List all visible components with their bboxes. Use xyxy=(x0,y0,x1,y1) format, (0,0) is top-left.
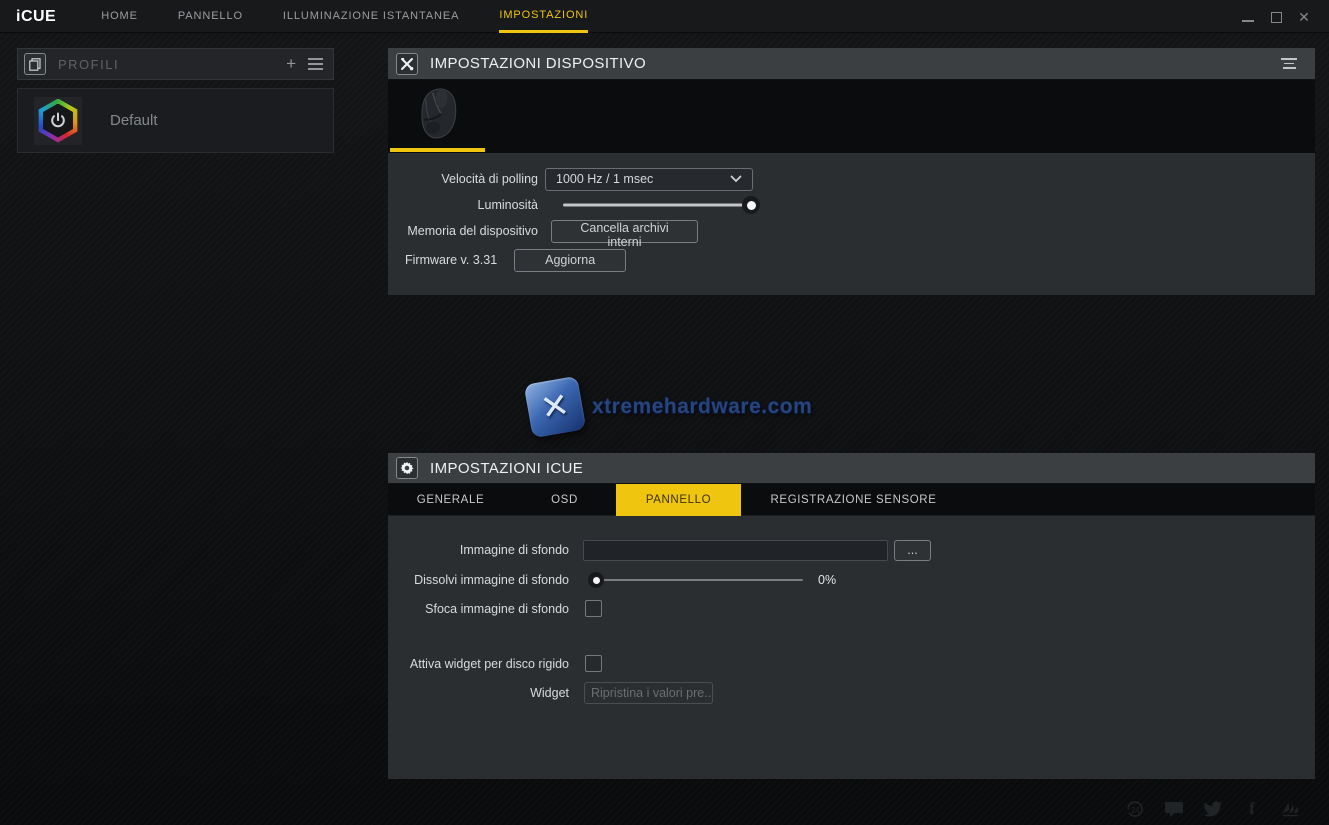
minimize-icon[interactable] xyxy=(1241,10,1255,24)
slider-track[interactable] xyxy=(595,579,803,581)
tools-icon xyxy=(396,53,418,75)
device-settings-body: Velocità di polling 1000 Hz / 1 msec Lum… xyxy=(388,154,1315,295)
brightness-row: Luminosità xyxy=(388,192,1315,218)
device-settings-title: IMPOSTAZIONI DISPOSITIVO xyxy=(430,55,646,72)
power-icon xyxy=(48,111,68,131)
profile-name: Default xyxy=(110,112,158,129)
close-icon[interactable]: ✕ xyxy=(1297,10,1311,24)
fade-row: Dissolvi immagine di sfondo 0% xyxy=(388,565,1315,595)
svg-text:24: 24 xyxy=(1131,806,1140,815)
device-memory-label: Memoria del dispositivo xyxy=(388,224,538,238)
bg-image-row: Immagine di sfondo ... xyxy=(388,535,1315,565)
icue-settings-title: IMPOSTAZIONI ICUE xyxy=(430,460,583,477)
footer-social: 24 f xyxy=(1125,799,1301,819)
brightness-label: Luminosità xyxy=(388,198,538,212)
watermark-logo-icon: ✕ xyxy=(524,376,587,439)
tab-sensor-logging[interactable]: REGISTRAZIONE SENSORE xyxy=(741,484,966,516)
icue-settings-header: IMPOSTAZIONI ICUE xyxy=(388,453,1315,484)
nav-dashboard[interactable]: PANNELLO xyxy=(178,0,243,33)
widget-label: Widget xyxy=(388,686,569,700)
firmware-row: Firmware v. 3.31 Aggiorna xyxy=(388,247,1315,273)
forum-icon[interactable] xyxy=(1164,799,1184,819)
profiles-header: PROFILI + xyxy=(17,48,334,80)
hdd-widget-row: Attiva widget per disco rigido xyxy=(388,650,1315,677)
watermark: ✕ xtremehardware.com xyxy=(528,380,812,434)
polling-rate-value: 1000 Hz / 1 msec xyxy=(556,172,653,186)
slider-track[interactable] xyxy=(563,204,751,207)
nav-home[interactable]: HOME xyxy=(101,0,138,33)
bg-image-input[interactable] xyxy=(583,540,888,561)
nav-instant-lighting[interactable]: ILLUMINAZIONE ISTANTANEA xyxy=(283,0,459,33)
hdd-widget-checkbox[interactable] xyxy=(585,655,602,672)
device-panel-menu-icon[interactable] xyxy=(1281,58,1297,69)
tab-osd[interactable]: OSD xyxy=(513,484,616,516)
slider-handle[interactable] xyxy=(742,196,760,214)
top-nav: HOME PANNELLO ILLUMINAZIONE ISTANTANEA I… xyxy=(101,0,588,32)
nav-settings[interactable]: IMPOSTAZIONI xyxy=(499,0,588,33)
blur-checkbox[interactable] xyxy=(585,600,602,617)
profiles-icon xyxy=(24,53,46,75)
firmware-version-label: Firmware v. 3.31 xyxy=(388,253,497,267)
top-bar: iCUE HOME PANNELLO ILLUMINAZIONE ISTANTA… xyxy=(0,0,1329,33)
brightness-slider[interactable] xyxy=(563,195,751,215)
tab-dashboard[interactable]: PANNELLO xyxy=(616,484,741,516)
polling-rate-label: Velocità di polling xyxy=(388,172,538,186)
icue-settings-panel: IMPOSTAZIONI ICUE GENERALE OSD PANNELLO … xyxy=(388,453,1315,779)
fade-slider[interactable] xyxy=(588,571,803,589)
browse-button[interactable]: ... xyxy=(894,540,931,561)
tab-general[interactable]: GENERALE xyxy=(388,484,513,516)
active-tab-underline xyxy=(390,148,485,152)
device-tabstrip xyxy=(388,80,1315,154)
icue-tabstrip: GENERALE OSD PANNELLO REGISTRAZIONE SENS… xyxy=(388,484,1315,516)
add-profile-icon[interactable]: + xyxy=(286,56,296,72)
window-controls: ✕ xyxy=(1241,0,1311,33)
app-logo: iCUE xyxy=(16,0,56,32)
clear-memory-button[interactable]: Cancella archivi interni xyxy=(551,220,698,243)
profile-item-default[interactable]: Default xyxy=(17,88,334,153)
facebook-icon[interactable]: f xyxy=(1242,799,1262,819)
support-247-icon[interactable]: 24 xyxy=(1125,799,1145,819)
maximize-icon[interactable] xyxy=(1269,10,1283,24)
update-firmware-button[interactable]: Aggiorna xyxy=(514,249,626,272)
device-memory-row: Memoria del dispositivo Cancella archivi… xyxy=(388,218,1315,244)
device-settings-panel: IMPOSTAZIONI DISPOSITIVO xyxy=(388,48,1315,295)
profiles-title: PROFILI xyxy=(58,57,119,72)
fade-value: 0% xyxy=(818,573,836,587)
chevron-down-icon xyxy=(730,175,742,183)
polling-rate-row: Velocità di polling 1000 Hz / 1 msec xyxy=(388,166,1315,192)
blur-label: Sfoca immagine di sfondo xyxy=(388,602,569,616)
blur-row: Sfoca immagine di sfondo xyxy=(388,595,1315,622)
fade-label: Dissolvi immagine di sfondo xyxy=(388,573,569,587)
corsair-icon[interactable] xyxy=(1281,799,1301,819)
profiles-menu-icon[interactable] xyxy=(308,58,323,70)
device-settings-header: IMPOSTAZIONI DISPOSITIVO xyxy=(388,48,1315,80)
gear-icon xyxy=(396,457,418,479)
twitter-icon[interactable] xyxy=(1203,799,1223,819)
polling-rate-dropdown[interactable]: 1000 Hz / 1 msec xyxy=(545,168,753,191)
mouse-device-icon xyxy=(408,84,468,149)
profile-avatar xyxy=(34,97,82,145)
watermark-text: xtremehardware.com xyxy=(592,395,812,419)
profiles-sidebar: PROFILI + Default xyxy=(17,48,334,153)
hdd-widget-label: Attiva widget per disco rigido xyxy=(388,657,569,671)
icue-settings-body: Immagine di sfondo ... Dissolvi immagine… xyxy=(388,516,1315,779)
restore-defaults-button[interactable]: Ripristina i valori pre... xyxy=(584,682,713,704)
device-tab-mouse[interactable] xyxy=(390,80,485,154)
bg-image-label: Immagine di sfondo xyxy=(388,543,569,557)
slider-handle[interactable] xyxy=(588,572,604,588)
widget-row: Widget Ripristina i valori pre... xyxy=(388,679,1315,706)
